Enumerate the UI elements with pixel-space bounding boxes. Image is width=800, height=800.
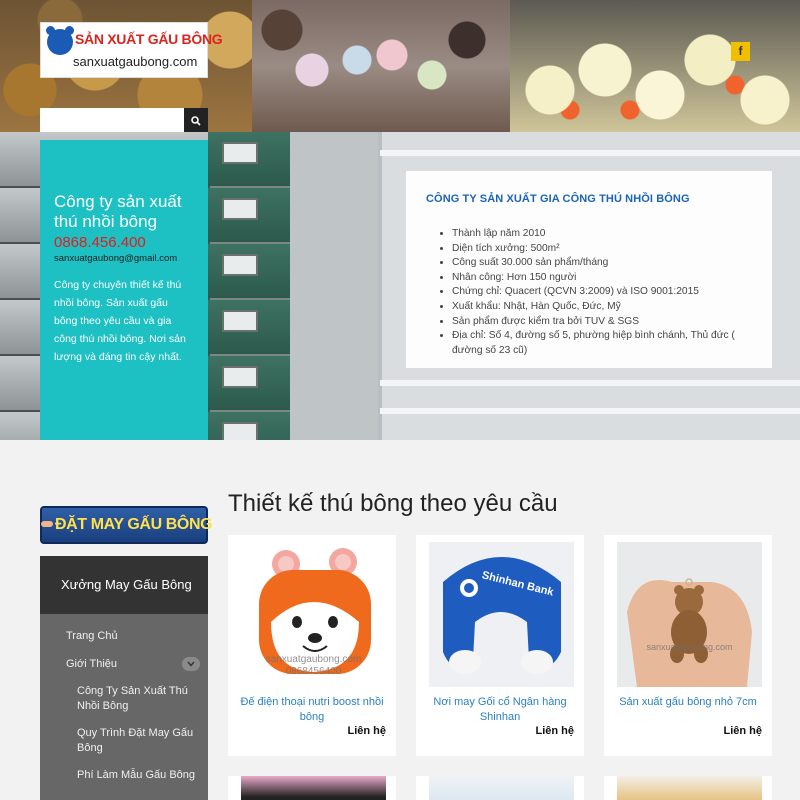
site-logo[interactable]: SẢN XUẤT GẤU BÔNG sanxuatgaubong.com	[40, 22, 223, 78]
expand-submenu-button[interactable]	[182, 657, 200, 671]
section-title: Thiết kế thú bông theo yêu cầu	[228, 490, 558, 517]
site-header: SẢN XUẤT GẤU BÔNG sanxuatgaubong.com f	[0, 0, 800, 132]
fact-item: Diện tích xưởng: 500m²	[452, 242, 752, 257]
image-watermark: 0868456400	[285, 666, 342, 677]
product-image-small-bear[interactable]: sanxuatgaubong.com	[617, 542, 762, 687]
sidebar-item-order-process[interactable]: Quy Trình Đặt May Gấu Bông	[77, 726, 197, 756]
bear-logo-icon	[46, 26, 74, 55]
facts-title: CÔNG TY SẢN XUẤT GIA CÔNG THÚ NHỒI BÔNG	[426, 193, 690, 205]
sidebar-item-label: Giới Thiệu	[66, 658, 118, 670]
sidebar-item-about[interactable]: Giới Thiệu	[66, 657, 204, 672]
chevron-down-icon	[187, 661, 195, 667]
header-photo-workshop	[252, 0, 510, 132]
image-watermark: sanxuatgaubong.com	[646, 642, 733, 652]
fact-item: Xuất khẩu: Nhật, Hàn Quốc, Đức, Mỹ	[452, 300, 752, 315]
product-image-fox-phone-stand[interactable]: sanxuatgaubong.com 0868456400	[241, 542, 386, 687]
search-bar	[40, 108, 208, 132]
search-input[interactable]	[40, 108, 184, 132]
fact-item: Thành lập năm 2010	[452, 227, 752, 242]
facebook-icon[interactable]: f	[731, 42, 750, 61]
product-price: Liên hệ	[347, 725, 386, 737]
facts-list: Thành lập năm 2010 Diện tích xưởng: 500m…	[426, 227, 752, 358]
search-icon	[191, 116, 201, 126]
product-image[interactable]	[429, 776, 574, 800]
sidebar-menu-title: Xưởng May Gấu Bông	[40, 556, 208, 614]
ceiling-light	[380, 150, 800, 156]
product-image[interactable]	[241, 776, 386, 800]
company-name: Công ty sản xuất thú nhồi bông	[54, 192, 182, 231]
fact-item: Chứng chỉ: Quacert (QCVN 3:2009) và ISO …	[452, 285, 752, 300]
logo-title: SẢN XUẤT GẤU BÔNG	[75, 31, 223, 47]
product-card[interactable]: sanxuatgaubong.com Sản xuất gấu bông nhỏ…	[604, 535, 772, 756]
sidebar-menu: Xưởng May Gấu Bông Trang Chủ Giới Thiệu …	[40, 556, 208, 800]
ceiling-light	[380, 408, 800, 414]
header-photo-ducks	[510, 0, 800, 132]
product-image[interactable]	[617, 776, 762, 800]
product-image-neck-pillow[interactable]: Shinhan Bank	[429, 542, 574, 687]
search-button[interactable]	[184, 108, 208, 132]
product-title[interactable]: Sản xuất gấu bông nhỏ 7cm	[610, 695, 766, 710]
company-description: Công ty chuyên thiết kế thú nhồi bông. S…	[54, 279, 186, 363]
order-sewing-banner[interactable]: ĐẶT MAY GẤU BÔNG	[40, 506, 213, 544]
fact-item: Địa chỉ: Số 4, đường số 5, phường hiệp b…	[452, 329, 752, 358]
image-watermark: sanxuatgaubong.com	[265, 654, 362, 665]
fact-item: Công suất 30.000 sản phẩm/tháng	[452, 256, 752, 271]
order-banner-label: ĐẶT MAY GẤU BÔNG	[55, 516, 213, 533]
product-price: Liên hệ	[723, 725, 762, 737]
product-card[interactable]	[228, 776, 396, 800]
product-price: Liên hệ	[535, 725, 574, 737]
company-facts-box: CÔNG TY SẢN XUẤT GIA CÔNG THÚ NHỒI BÔNG …	[406, 171, 772, 368]
fact-item: Nhân công: Hơn 150 người	[452, 271, 752, 286]
sidebar-item-home[interactable]: Trang Chủ	[66, 629, 118, 644]
product-card[interactable]: Shinhan Bank Nơi may Gối cổ Ngân hàng Sh…	[416, 535, 584, 756]
product-card[interactable]	[604, 776, 772, 800]
logo-url: sanxuatgaubong.com	[73, 54, 198, 69]
product-card[interactable]	[416, 776, 584, 800]
ceiling-light	[380, 380, 800, 386]
product-title[interactable]: Nơi may Gối cổ Ngân hàng Shinhan	[422, 695, 578, 725]
product-card[interactable]: sanxuatgaubong.com 0868456400 Đế điện th…	[228, 535, 396, 756]
fact-item: Sản phẩm được kiểm tra bởi TUV & SGS	[452, 315, 752, 330]
sidebar-item-sample-fee[interactable]: Phí Làm Mẫu Gấu Bông	[77, 768, 197, 783]
company-info-box: Công ty sản xuất thú nhồi bông 0868.456.…	[40, 140, 208, 440]
company-phone[interactable]: 0868.456.400	[54, 234, 194, 251]
sidebar-item-company[interactable]: Công Ty Sản Xuất Thú Nhồi Bông	[77, 684, 197, 714]
product-title[interactable]: Đế điện thoại nutri boost nhồi bông	[234, 695, 390, 725]
company-email[interactable]: sanxuatgaubong@gmail.com	[54, 253, 194, 264]
